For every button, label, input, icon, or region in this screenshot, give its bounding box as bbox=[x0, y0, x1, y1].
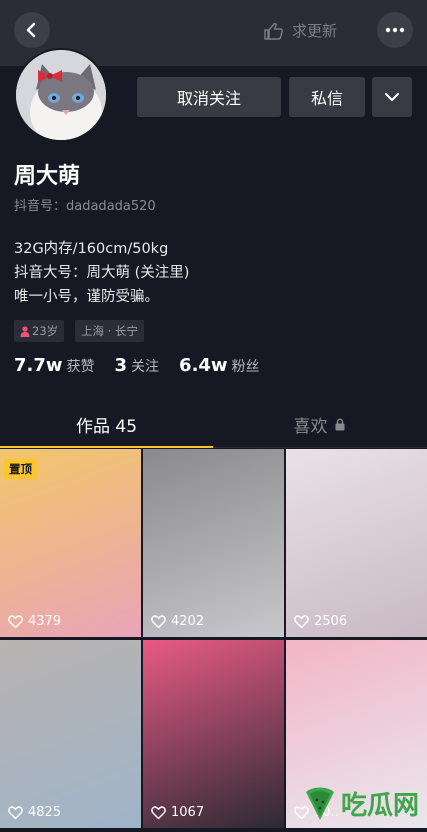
avatar[interactable] bbox=[14, 48, 108, 142]
location-tag: 上海 · 长宁 bbox=[75, 320, 144, 342]
thumb-point-icon bbox=[264, 22, 283, 40]
bio-line: 抖音大号：周大萌 (关注里) bbox=[14, 265, 190, 281]
tab-likes-label: 喜欢 bbox=[293, 416, 328, 437]
video-likes-count: 4202 bbox=[171, 614, 205, 629]
followers-stat[interactable]: 6.4w 粉丝 bbox=[179, 355, 260, 376]
video-thumbnail[interactable]: 4202 bbox=[143, 449, 284, 637]
video-thumbnail[interactable]: 置顶 4379 bbox=[0, 449, 141, 637]
video-likes: 2506 bbox=[294, 614, 347, 629]
following-stat[interactable]: 3 关注 bbox=[115, 355, 160, 376]
video-thumbnail-image bbox=[143, 449, 284, 637]
request-update-button[interactable]: 求更新 bbox=[262, 20, 337, 41]
video-likes: 4202 bbox=[151, 614, 204, 629]
cat-avatar-image bbox=[16, 50, 106, 140]
following-count: 3 bbox=[114, 355, 128, 376]
profile-tabs: 作品 45 喜欢 bbox=[0, 400, 427, 448]
video-likes: 4825 bbox=[8, 805, 61, 820]
tab-indicator bbox=[0, 446, 213, 448]
heart-icon bbox=[294, 614, 309, 628]
heart-icon bbox=[151, 805, 166, 819]
video-likes-count: 4825 bbox=[28, 805, 62, 820]
watermark-text: 吃瓜网 bbox=[340, 790, 419, 821]
heart-icon bbox=[8, 805, 23, 819]
likes-count: 7.7w bbox=[14, 355, 63, 376]
lock-icon bbox=[335, 417, 344, 430]
bio-line: 唯一小号，谨防受骗。 bbox=[14, 289, 159, 305]
request-update-label: 求更新 bbox=[292, 22, 338, 40]
more-dots-icon bbox=[385, 27, 405, 33]
watermelon-logo-icon bbox=[305, 787, 334, 820]
profile-name: 周大萌 bbox=[14, 164, 81, 189]
likes-label: 获赞 bbox=[66, 359, 95, 375]
bio-line: 32G内存/160cm/50kg bbox=[14, 241, 169, 257]
profile-bio: 32G内存/160cm/50kg 抖音大号：周大萌 (关注里) 唯一小号，谨防受… bbox=[14, 237, 189, 309]
pinned-badge: 置顶 bbox=[4, 459, 37, 479]
recommend-dropdown-button[interactable] bbox=[372, 77, 412, 117]
likes-stat: 7.7w 获赞 bbox=[14, 355, 95, 376]
video-likes: 4379 bbox=[8, 614, 61, 629]
female-icon bbox=[20, 325, 30, 337]
tab-works[interactable]: 作品 45 bbox=[0, 400, 213, 448]
video-thumbnail-image bbox=[286, 449, 427, 637]
followers-count: 6.4w bbox=[179, 355, 228, 376]
more-button[interactable] bbox=[377, 12, 413, 48]
video-thumbnail[interactable]: 1067 bbox=[143, 640, 284, 828]
chevron-left-icon bbox=[26, 22, 36, 38]
video-likes: 1067 bbox=[151, 805, 204, 820]
video-thumbnail[interactable]: 4825 bbox=[0, 640, 141, 828]
following-label: 关注 bbox=[131, 359, 160, 375]
video-thumbnail-image bbox=[143, 640, 284, 828]
video-likes-count: 4379 bbox=[28, 614, 62, 629]
profile-stats: 7.7w 获赞 3 关注 6.4w 粉丝 bbox=[14, 355, 280, 376]
tab-likes[interactable]: 喜欢 bbox=[213, 400, 426, 448]
douyin-id: 抖音号：dadadada520 bbox=[14, 199, 156, 214]
video-likes-count: 1067 bbox=[171, 805, 205, 820]
video-likes-count: 2506 bbox=[314, 614, 348, 629]
chevron-down-icon bbox=[385, 93, 399, 101]
age-tag: 23岁 bbox=[14, 320, 65, 342]
age-label: 23岁 bbox=[32, 324, 59, 338]
heart-icon bbox=[8, 614, 23, 628]
video-thumbnail-image bbox=[0, 640, 141, 828]
unfollow-button[interactable]: 取消关注 bbox=[137, 77, 281, 117]
back-button[interactable] bbox=[14, 12, 50, 48]
video-thumbnail[interactable]: 2506 bbox=[286, 449, 427, 637]
site-watermark: 吃瓜网 bbox=[303, 784, 419, 822]
followers-label: 粉丝 bbox=[231, 359, 260, 375]
heart-icon bbox=[151, 614, 166, 628]
message-button[interactable]: 私信 bbox=[289, 77, 365, 117]
